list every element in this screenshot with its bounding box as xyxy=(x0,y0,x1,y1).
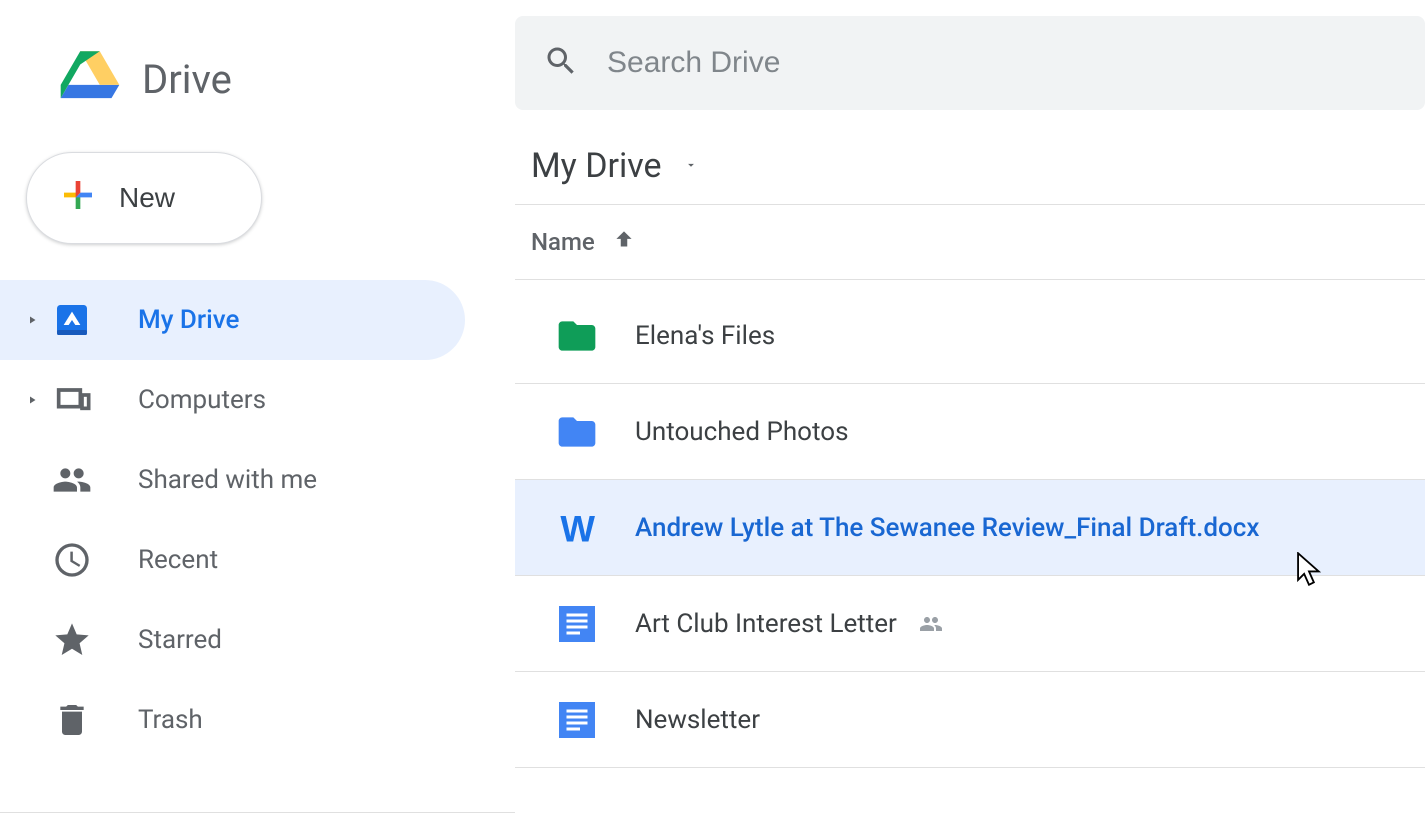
sort-arrow-up-icon xyxy=(611,227,637,257)
folder-icon xyxy=(555,314,599,358)
breadcrumb-label: My Drive xyxy=(531,146,662,186)
shared-icon xyxy=(52,460,92,500)
sidebar-nav: My Drive Computers Shared with me Recent Sta… xyxy=(0,274,515,760)
file-row[interactable]: Elena's Files xyxy=(515,288,1425,384)
expand-icon xyxy=(22,393,42,407)
file-row[interactable]: W Andrew Lytle at The Sewanee Review_Fina… xyxy=(515,480,1425,576)
file-name: Andrew Lytle at The Sewanee Review_Final… xyxy=(635,513,1259,543)
file-name: Newsletter xyxy=(635,705,760,735)
search-icon xyxy=(543,43,579,83)
file-name: Elena's Files xyxy=(635,321,775,351)
sidebar-item-label: Shared with me xyxy=(138,465,317,495)
sidebar-item-computers[interactable]: Computers xyxy=(0,360,465,440)
new-button[interactable]: New xyxy=(26,152,262,244)
column-header-row[interactable]: Name xyxy=(515,205,1425,280)
file-name: Untouched Photos xyxy=(635,417,849,447)
file-list: Elena's Files Untouched Photos W Andrew Lyt… xyxy=(515,288,1425,768)
new-button-label: New xyxy=(119,182,175,214)
sidebar-item-label: Computers xyxy=(138,385,266,415)
sidebar-item-label: Trash xyxy=(138,705,203,735)
sidebar-item-label: My Drive xyxy=(138,305,239,335)
gdoc-icon xyxy=(555,698,599,742)
drive-icon xyxy=(52,300,92,340)
sidebar-item-starred[interactable]: Starred xyxy=(0,600,465,680)
sidebar-item-drive[interactable]: My Drive xyxy=(0,280,465,360)
column-header-name: Name xyxy=(531,228,595,256)
logo-row: Drive xyxy=(0,0,515,130)
expand-icon xyxy=(22,313,42,327)
search-input[interactable] xyxy=(607,46,1397,80)
sidebar: Drive New My Drive Computers Shared with m… xyxy=(0,0,515,813)
sidebar-item-trash[interactable]: Trash xyxy=(0,680,465,760)
file-row[interactable]: Untouched Photos xyxy=(515,384,1425,480)
svg-text:W: W xyxy=(560,508,595,548)
app-name: Drive xyxy=(142,56,232,103)
folder-icon xyxy=(555,410,599,454)
file-name: Art Club Interest Letter xyxy=(635,609,897,639)
drive-logo-icon xyxy=(56,46,124,112)
breadcrumb[interactable]: My Drive xyxy=(515,110,1425,205)
sidebar-item-label: Starred xyxy=(138,625,222,655)
recent-icon xyxy=(52,540,92,580)
computers-icon xyxy=(52,380,92,420)
sidebar-item-recent[interactable]: Recent xyxy=(0,520,465,600)
chevron-down-icon xyxy=(680,157,702,176)
sidebar-item-shared[interactable]: Shared with me xyxy=(0,440,465,520)
main-content: My Drive Name Elena's Files Untouched Pho… xyxy=(515,0,1425,813)
file-row[interactable]: Newsletter xyxy=(515,672,1425,768)
shared-icon xyxy=(915,612,947,636)
word-icon: W xyxy=(555,506,599,550)
trash-icon xyxy=(52,700,92,740)
plus-icon xyxy=(57,174,99,223)
gdoc-icon xyxy=(555,602,599,646)
search-bar[interactable] xyxy=(515,16,1425,110)
starred-icon xyxy=(52,620,92,660)
file-row[interactable]: Art Club Interest Letter xyxy=(515,576,1425,672)
sidebar-item-label: Recent xyxy=(138,545,218,575)
